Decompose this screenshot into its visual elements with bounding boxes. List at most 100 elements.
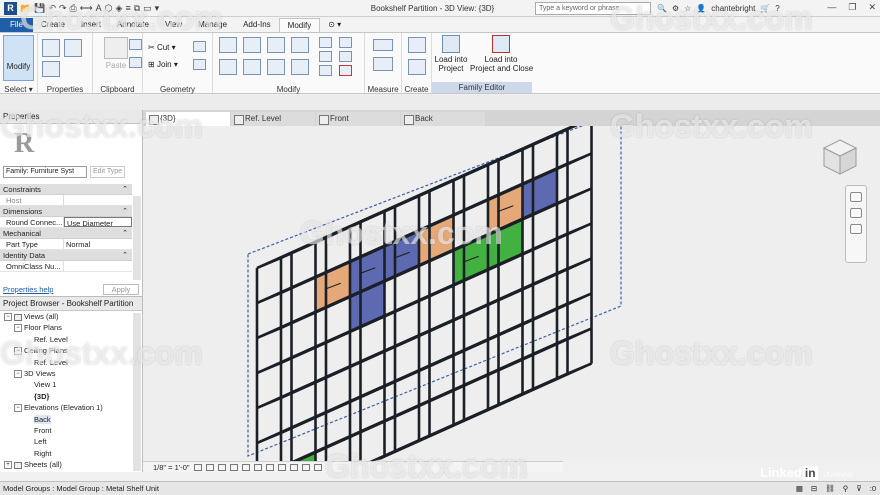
print-icon[interactable]: ⎙	[70, 3, 77, 13]
pin-icon[interactable]	[339, 37, 352, 48]
sections-icon[interactable]: ◈	[116, 3, 123, 13]
viewcube[interactable]	[820, 138, 860, 178]
select-pinned-icon[interactable]: ⚲	[843, 482, 849, 495]
3d-model-view[interactable]	[143, 126, 880, 461]
property-row[interactable]: Part Type Normal	[0, 239, 132, 250]
thin-lines-icon[interactable]: ≡	[125, 3, 130, 13]
tab-add-ins[interactable]: Add-Ins	[235, 18, 279, 32]
load-into-project-button[interactable]: Load into Project	[432, 35, 470, 73]
drawing-area[interactable]	[143, 126, 880, 461]
close-hidden-icon[interactable]: ⧉	[134, 3, 140, 13]
split-face-icon[interactable]	[193, 59, 206, 70]
view-tab-back[interactable]: Back	[401, 112, 485, 126]
view-scale[interactable]: 1/8" = 1'-0"	[153, 463, 190, 472]
redo-icon[interactable]: ↷	[59, 3, 67, 13]
measure-distance-icon[interactable]	[373, 39, 393, 51]
browser-node[interactable]: View 1	[0, 379, 142, 390]
browser-node[interactable]: − Elevations (Elevation 1)	[0, 402, 142, 413]
browser-node[interactable]: Left	[0, 436, 142, 447]
property-value[interactable]	[64, 195, 132, 205]
collapse-icon[interactable]: −	[4, 313, 12, 322]
scale-icon[interactable]	[319, 65, 332, 76]
property-row[interactable]: OmniClass Nu...	[0, 261, 132, 272]
delete-icon[interactable]	[339, 65, 352, 76]
property-value[interactable]: Normal	[64, 239, 132, 249]
browser-node[interactable]: Right	[0, 448, 142, 459]
align-icon[interactable]	[219, 37, 237, 53]
cut-button[interactable]: ✂ Cut ▾	[148, 43, 176, 52]
customize-qat-icon[interactable]: ▾	[155, 3, 160, 13]
shadows-icon[interactable]	[229, 463, 238, 471]
properties-icon[interactable]	[42, 39, 60, 57]
zoom-options-icon[interactable]	[850, 224, 862, 234]
open-icon[interactable]: 📂	[20, 3, 31, 13]
revit-logo-icon[interactable]: R	[4, 1, 17, 15]
measure-icon[interactable]: ⟷	[80, 3, 93, 13]
property-group[interactable]: Dimensions	[0, 206, 132, 217]
mirror-axis-icon[interactable]	[267, 37, 285, 53]
tab-annotate[interactable]: Annotate	[109, 18, 157, 32]
search-icon[interactable]: 🔍	[657, 4, 667, 13]
browser-node[interactable]: Front	[0, 425, 142, 436]
browser-node[interactable]: Ref. Level	[0, 357, 142, 368]
ribbon-minimize-icon[interactable]: ⊙ ▾	[320, 18, 349, 32]
edit-type-button[interactable]: Edit Type	[90, 166, 126, 178]
crop-view-icon[interactable]	[253, 463, 262, 471]
worksets-icon[interactable]: ▦	[796, 482, 803, 495]
save-icon[interactable]: 💾	[34, 3, 45, 13]
text-icon[interactable]: A	[96, 3, 102, 13]
mirror-draw-icon[interactable]	[291, 37, 309, 53]
select-dropdown[interactable]: Select ▾	[0, 85, 37, 94]
zoom-icon[interactable]	[850, 208, 862, 218]
view-tab-front[interactable]: Front	[316, 112, 400, 126]
create-group-icon[interactable]	[408, 37, 426, 53]
filter-icon[interactable]: ⊽	[856, 482, 862, 495]
rotate-icon[interactable]	[267, 59, 285, 75]
property-value[interactable]: Use Diameter	[64, 217, 132, 227]
paste-button[interactable]: Paste	[101, 37, 131, 70]
property-row[interactable]: Round Connec... Use Diameter	[0, 217, 132, 228]
property-group[interactable]: Mechanical	[0, 228, 132, 239]
browser-node[interactable]: − Ceiling Plans	[0, 345, 142, 356]
copy-icon[interactable]	[129, 39, 142, 50]
minimize-icon[interactable]: —	[827, 2, 836, 13]
render-icon[interactable]	[241, 463, 250, 471]
collapse-icon[interactable]: −	[14, 404, 22, 413]
favorites-icon[interactable]: ☆	[684, 4, 691, 13]
expand-icon[interactable]: +	[4, 461, 12, 470]
trim-icon[interactable]	[291, 59, 309, 75]
tab-file[interactable]: File	[0, 18, 33, 32]
property-row[interactable]: Host	[0, 195, 132, 206]
close-icon[interactable]: ✕	[868, 2, 876, 13]
select-links-icon[interactable]: ⛓	[825, 482, 835, 495]
tab-insert[interactable]: Insert	[73, 18, 109, 32]
collapse-icon[interactable]: −	[14, 347, 22, 356]
split-icon[interactable]	[319, 37, 332, 48]
browser-node[interactable]: Ref. Level	[0, 334, 142, 345]
wall-joins-icon[interactable]	[193, 41, 206, 52]
switch-windows-icon[interactable]: ▭	[143, 3, 152, 13]
help-icon[interactable]: ?	[775, 4, 779, 13]
copy-element-icon[interactable]	[243, 59, 261, 75]
property-group[interactable]: Constraints	[0, 184, 132, 195]
tab-manage[interactable]: Manage	[190, 18, 235, 32]
help-search-input[interactable]: Type a keyword or phrase	[535, 1, 651, 15]
offset-icon[interactable]	[243, 37, 261, 53]
browser-node[interactable]: +Families	[0, 470, 142, 472]
reveal-hidden-icon[interactable]	[301, 463, 310, 471]
3d-view-icon[interactable]: ⬡	[105, 3, 113, 13]
sun-path-icon[interactable]	[217, 463, 226, 471]
properties-scrollbar[interactable]	[133, 196, 141, 280]
visual-style-icon[interactable]	[205, 463, 214, 471]
create-similar-icon[interactable]	[408, 59, 426, 75]
cart-icon[interactable]: 🛒	[760, 4, 770, 13]
apply-button[interactable]: Apply	[103, 283, 139, 295]
steering-wheel-icon[interactable]	[850, 192, 862, 202]
match-type-icon[interactable]	[129, 57, 142, 68]
tab-modify[interactable]: Modify	[278, 18, 321, 32]
browser-node[interactable]: − Views (all)	[0, 311, 142, 322]
subscription-icon[interactable]: ⚙	[672, 4, 679, 13]
array-icon[interactable]	[319, 51, 332, 62]
collapse-icon[interactable]: −	[14, 369, 22, 378]
family-selector[interactable]: Family: Furniture Syst	[3, 166, 87, 178]
